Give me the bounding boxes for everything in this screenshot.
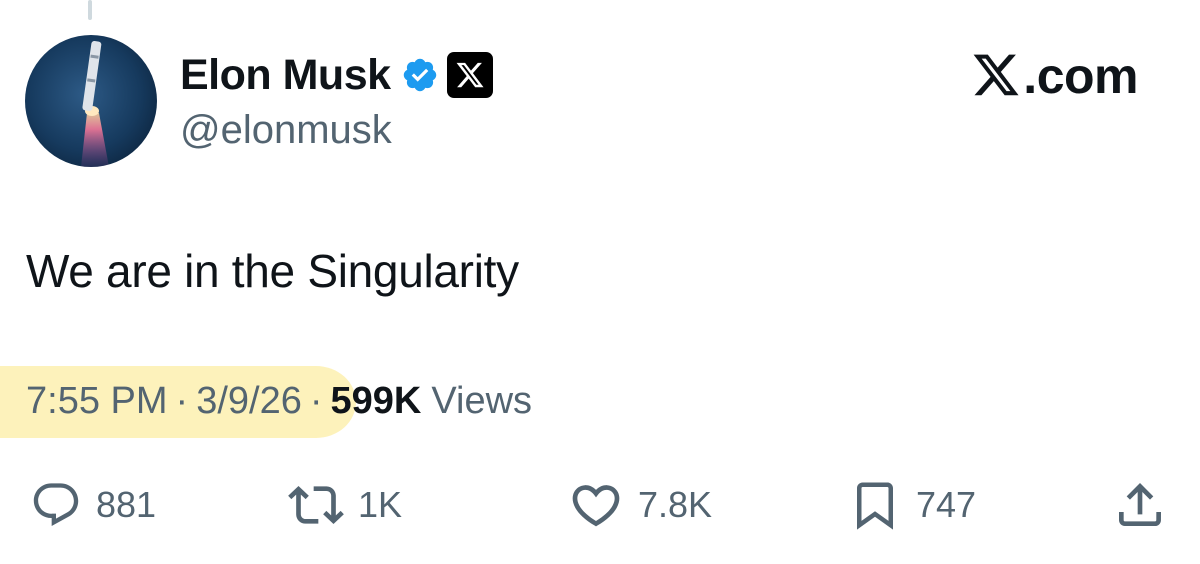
bookmark-button[interactable]: 747 (848, 470, 976, 540)
reply-icon (33, 483, 79, 527)
action-bar: 881 1K 7.8K 747 (0, 470, 1200, 540)
x-affiliate-badge-icon[interactable] (446, 52, 493, 98)
share-icon (1119, 483, 1161, 526)
thread-connector-line (88, 0, 92, 20)
share-button[interactable] (1112, 470, 1168, 540)
bookmark-icon (857, 482, 893, 530)
like-count: 7.8K (638, 484, 713, 525)
author-display-name[interactable]: Elon Musk (180, 51, 391, 100)
x-logo-icon (971, 52, 1021, 100)
repost-button[interactable]: 1K (288, 470, 402, 540)
heart-icon (572, 485, 620, 527)
reply-button[interactable]: 881 (30, 470, 156, 540)
reply-count: 881 (96, 484, 157, 525)
author-name-row: Elon Musk (180, 46, 493, 104)
meta-separator: · (309, 380, 323, 422)
avatar[interactable] (25, 35, 157, 167)
tweet-date[interactable]: 3/9/26 (196, 380, 302, 423)
repost-count: 1K (358, 484, 403, 525)
views-count[interactable]: 599K (331, 380, 422, 423)
bookmark-count: 747 (916, 484, 977, 525)
views-label: Views (431, 380, 533, 422)
x-com-watermark: .com (971, 46, 1138, 106)
like-button[interactable]: 7.8K (568, 470, 712, 540)
repost-icon (288, 486, 344, 524)
author-handle[interactable]: @elonmusk (180, 108, 392, 153)
tweet-card: Elon Musk @elonmusk .com We are in the S… (0, 0, 1200, 564)
meta-separator: · (175, 380, 189, 422)
brand-domain-text: .com (1023, 48, 1138, 104)
tweet-time[interactable]: 7:55 PM (26, 380, 168, 423)
verified-badge-icon[interactable] (401, 56, 439, 94)
rocket-launch-image (25, 35, 157, 167)
tweet-text: We are in the Singularity (26, 245, 519, 297)
tweet-meta: 7:55 PM · 3/9/26 · 599K Views (26, 380, 532, 423)
